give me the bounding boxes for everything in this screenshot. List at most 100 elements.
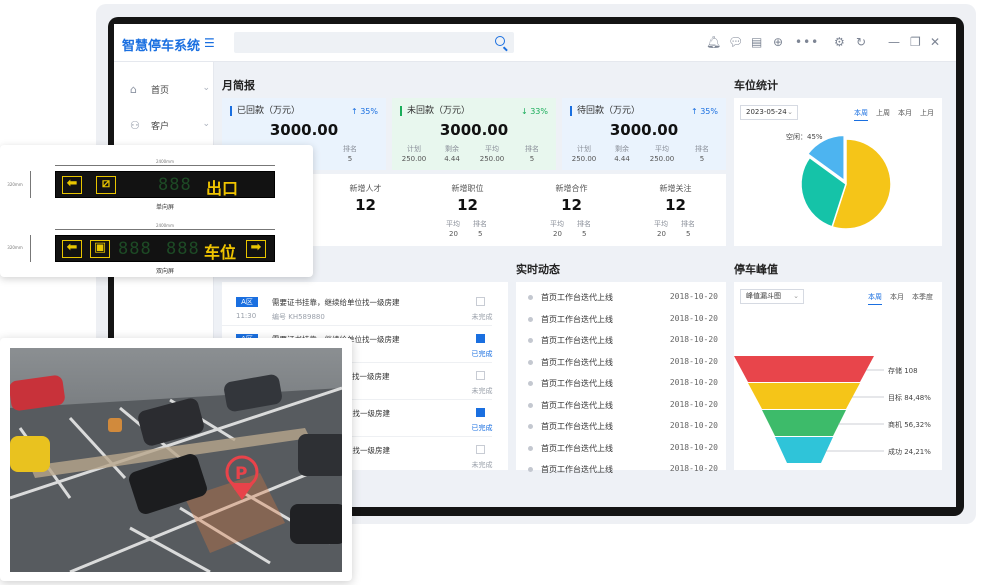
bullet-dot bbox=[528, 402, 533, 408]
task-checkbox[interactable] bbox=[476, 371, 485, 380]
led-text: 车位 bbox=[204, 243, 237, 262]
car-yellow bbox=[10, 436, 50, 472]
task-checkbox[interactable] bbox=[476, 445, 485, 454]
message-icon[interactable]: 💬︎ bbox=[728, 35, 743, 49]
stat-label: 平均 bbox=[654, 220, 668, 228]
kpi-label: 平均 bbox=[655, 145, 669, 153]
kpi-num: 5 bbox=[347, 155, 353, 163]
stat-num: 20 bbox=[449, 230, 458, 238]
task-checkbox[interactable] bbox=[476, 297, 485, 306]
more-icon[interactable]: ••• bbox=[795, 35, 819, 49]
minimize-icon[interactable]: — bbox=[888, 35, 900, 49]
ramp-icon: ⧄ bbox=[96, 176, 116, 194]
kpi-label: 排名 bbox=[525, 145, 539, 153]
task-checkbox[interactable] bbox=[476, 334, 485, 343]
stat-value: 12 bbox=[665, 196, 686, 214]
stat-label: 排名 bbox=[577, 220, 591, 228]
funnel-segment[interactable] bbox=[762, 410, 846, 436]
led-single-direction: ⬅ ⧄ 888 出口 bbox=[55, 171, 275, 198]
kpi-change: ↓ 33% bbox=[520, 107, 548, 116]
kpi-label: 剩余 bbox=[615, 145, 629, 153]
stat-value: 12 bbox=[457, 196, 478, 214]
feed-date: 2018-10-20 bbox=[669, 442, 718, 452]
task-status: 已完成 bbox=[471, 350, 493, 358]
kpi-num: 4.44 bbox=[444, 155, 460, 163]
stat-num: 20 bbox=[657, 230, 666, 238]
chevron-down-icon: ⌄ bbox=[202, 83, 210, 93]
restore-icon[interactable]: ❐ bbox=[910, 35, 921, 49]
bullet-dot bbox=[528, 424, 533, 429]
feed-text: 首页工作台迭代上线 bbox=[541, 379, 613, 388]
stat-title: 新增关注 bbox=[659, 184, 692, 193]
kpi-label: 排名 bbox=[695, 145, 709, 153]
menu-fold-icon[interactable]: ☰ bbox=[204, 36, 215, 50]
kpi-num: 250.00 bbox=[649, 155, 675, 163]
feed-item[interactable]: 首页工作台迭代上线 2018-10-20 bbox=[528, 378, 718, 392]
car-black-bottom bbox=[290, 504, 342, 544]
kpi-num: 250.00 bbox=[401, 155, 427, 163]
plus-circle-icon[interactable]: ⊕ bbox=[773, 35, 783, 49]
kpi-label: 计划 bbox=[407, 145, 421, 153]
stat-title: 新增职位 bbox=[451, 184, 484, 193]
led-digits: 888 bbox=[118, 239, 152, 259]
feed-item[interactable]: 首页工作台迭代上线 2018-10-20 bbox=[528, 464, 718, 478]
close-icon[interactable]: ✕ bbox=[930, 35, 940, 49]
document-icon[interactable]: ▤ bbox=[751, 35, 762, 49]
peak-card: 峰值漏斗图 ⌄ 本周 本月 本季度 存储 108 目标 84,48% 商机 56,32… bbox=[734, 282, 942, 470]
feed-item[interactable]: 首页工作台迭代上线 2018-10-20 bbox=[528, 421, 718, 435]
task-checkbox[interactable] bbox=[476, 408, 485, 417]
feed-date: 2018-10-20 bbox=[669, 292, 718, 301]
feed-item[interactable]: 首页工作台迭代上线 2018-10-20 bbox=[528, 314, 718, 328]
funnel-segment[interactable] bbox=[748, 383, 860, 409]
task-text: 需要证书挂靠，继续给单位找一级房建 bbox=[272, 298, 400, 307]
kpi-label: 平均 bbox=[485, 145, 499, 153]
task-text: 找一级房建 bbox=[352, 372, 390, 381]
width-dimension-line bbox=[55, 229, 275, 230]
task-time: 11:30 bbox=[236, 312, 257, 320]
stat-label: 平均 bbox=[550, 220, 564, 228]
task-status: 已完成 bbox=[471, 424, 493, 432]
feed-item[interactable]: 首页工作台迭代上线 2018-10-20 bbox=[528, 335, 718, 349]
kpi-change: ↑ 35% bbox=[350, 107, 378, 116]
funnel-label: 目标 84,48% bbox=[888, 393, 931, 402]
worker-figure bbox=[108, 418, 122, 432]
task-item[interactable]: A区 需要证书挂靠，继续给单位找一级房建 11:30 编号 KH589880 未… bbox=[222, 289, 493, 326]
search-input[interactable] bbox=[234, 32, 514, 53]
feed-item[interactable]: 首页工作台迭代上线 2018-10-20 bbox=[528, 443, 718, 457]
feed-item[interactable]: 首页工作台迭代上线 2018-10-20 bbox=[528, 400, 718, 414]
home-icon: ⌂ bbox=[130, 83, 137, 96]
svg-text:P: P bbox=[235, 464, 247, 484]
feed-text: 首页工作台迭代上线 bbox=[541, 465, 613, 474]
sidebar-item-label: 首页 bbox=[151, 86, 170, 96]
stat-num: 5 bbox=[686, 230, 691, 238]
arrow-left-icon: ⬅ bbox=[62, 176, 82, 194]
kpi-value: 3000.00 bbox=[439, 121, 509, 139]
stat-position: 新增职位 12 平均 排名 20 5 bbox=[416, 174, 519, 242]
kpi-num: 250.00 bbox=[571, 155, 597, 163]
bullet-dot bbox=[528, 316, 533, 322]
bullet-dot bbox=[528, 467, 533, 472]
sidebar-item-customer[interactable]: ⚇ 客户 ⌄ bbox=[130, 119, 210, 135]
parking-icon: ▣ bbox=[90, 240, 110, 258]
funnel-segment[interactable] bbox=[775, 437, 833, 463]
led-double-direction: ⬅ ▣ 888 888 车位 ➡ bbox=[55, 235, 275, 262]
sidebar-item-home[interactable]: ⌂ 首页 ⌄ bbox=[130, 83, 210, 99]
feed-item[interactable]: 首页工作台迭代上线 2018-10-20 bbox=[528, 292, 718, 306]
refresh-icon[interactable]: ↻ bbox=[856, 35, 866, 49]
stat-title: 新增人才 bbox=[349, 184, 382, 193]
search-icon[interactable] bbox=[495, 36, 505, 46]
funnel-label: 存储 108 bbox=[888, 366, 918, 375]
bell-icon[interactable]: 🔔︎ bbox=[706, 35, 721, 49]
realtime-title: 实时动态 bbox=[516, 263, 560, 276]
kpi-num: 5 bbox=[529, 155, 535, 163]
arrow-left-icon: ⬅ bbox=[62, 240, 82, 258]
stat-cooperation: 新增合作 12 平均 排名 20 5 bbox=[520, 174, 623, 242]
stat-value: 12 bbox=[561, 196, 582, 214]
funnel-label: 成功 24,21% bbox=[888, 447, 931, 456]
feed-item[interactable]: 首页工作台迭代上线 2018-10-20 bbox=[528, 357, 718, 371]
settings-icon[interactable]: ⚙ bbox=[834, 35, 845, 49]
kpi-card-pending: 待回款（万元） ↑ 35% 3000.00 计划 剩余 平均 排名 250.00… bbox=[562, 98, 726, 170]
app-title: 智慧停车系统 bbox=[122, 39, 201, 54]
width-dimension-line bbox=[55, 165, 275, 166]
funnel-segment[interactable] bbox=[734, 356, 874, 382]
